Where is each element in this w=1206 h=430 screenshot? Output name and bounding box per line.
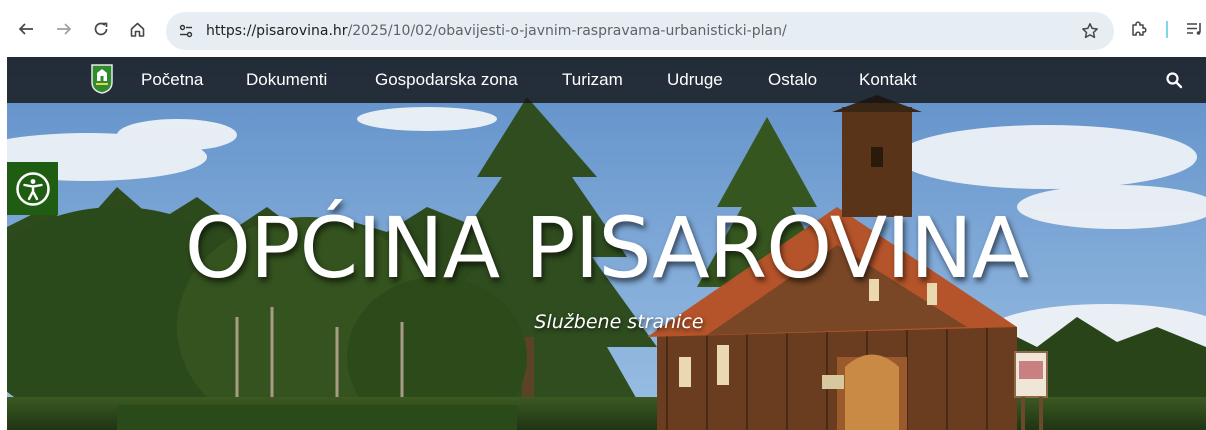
reload-icon bbox=[94, 22, 108, 36]
tune-icon bbox=[179, 24, 193, 38]
nav-item-turizam[interactable]: Turizam bbox=[562, 57, 623, 103]
hero-subtitle: Službene stranice bbox=[534, 311, 704, 333]
reload-button[interactable] bbox=[86, 14, 116, 44]
address-bar[interactable]: https://pisarovina.hr/2025/10/02/obavije… bbox=[166, 12, 1114, 50]
nav-item-dokumenti[interactable]: Dokumenti bbox=[246, 57, 327, 103]
browser-toolbar: https://pisarovina.hr/2025/10/02/obavije… bbox=[0, 0, 1206, 57]
url-host: https://pisarovina.hr bbox=[206, 23, 348, 39]
search-icon bbox=[1166, 72, 1183, 89]
nav-item-pocetna[interactable]: Početna bbox=[141, 57, 203, 103]
toolbar-divider bbox=[1166, 21, 1168, 38]
nav-item-kontakt[interactable]: Kontakt bbox=[859, 57, 917, 103]
forward-button[interactable] bbox=[49, 14, 79, 44]
url-path: /2025/10/02/obavijesti-o-javnim-rasprava… bbox=[347, 23, 787, 39]
home-icon bbox=[130, 22, 144, 37]
site-info-button[interactable] bbox=[172, 17, 200, 45]
arrow-left-icon bbox=[18, 23, 33, 35]
site-search-button[interactable] bbox=[1163, 69, 1185, 91]
nav-item-udruge[interactable]: Udruge bbox=[667, 57, 723, 103]
back-button[interactable] bbox=[11, 14, 41, 44]
reading-list-button[interactable] bbox=[1180, 14, 1206, 44]
star-icon bbox=[1082, 23, 1098, 39]
puzzle-icon bbox=[1132, 21, 1147, 36]
arrow-right-icon bbox=[57, 23, 72, 35]
bookmark-button[interactable] bbox=[1078, 19, 1102, 43]
hero-title: OPĆINA PISAROVINA bbox=[184, 199, 1030, 297]
home-button[interactable] bbox=[122, 14, 152, 44]
reading-list-icon bbox=[1187, 23, 1201, 35]
municipality-logo[interactable] bbox=[91, 64, 113, 94]
nav-item-ostalo[interactable]: Ostalo bbox=[768, 57, 817, 103]
site-nav-bar: Početna Dokumenti Gospodarska zona Turiz… bbox=[7, 57, 1206, 103]
url-text[interactable]: https://pisarovina.hr/2025/10/02/obavije… bbox=[206, 12, 787, 50]
website-viewport: Početna Dokumenti Gospodarska zona Turiz… bbox=[7, 57, 1206, 430]
nav-item-gospodarska-zona[interactable]: Gospodarska zona bbox=[375, 57, 518, 103]
extensions-button[interactable] bbox=[1124, 14, 1154, 44]
